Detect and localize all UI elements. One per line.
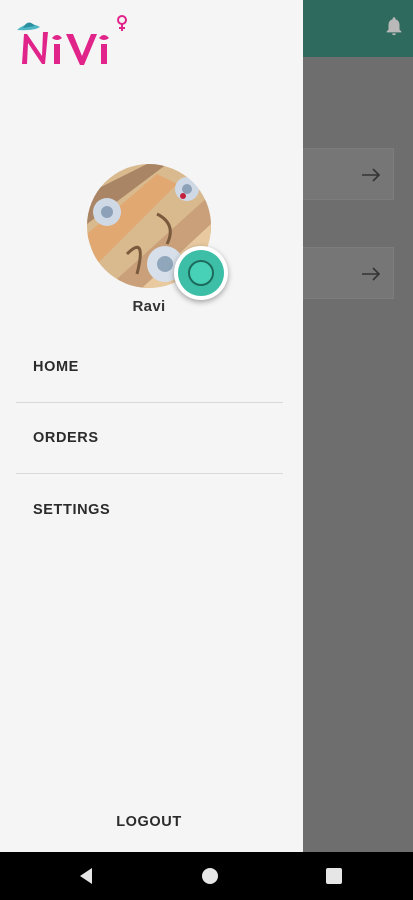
camera-icon[interactable] bbox=[174, 246, 228, 300]
bell-icon[interactable] bbox=[383, 14, 405, 38]
drawer-menu: HOME ORDERS SETTINGS bbox=[16, 332, 283, 545]
list-card[interactable] bbox=[303, 148, 394, 200]
home-circle-icon[interactable] bbox=[200, 866, 220, 886]
nivi-logo bbox=[17, 15, 127, 65]
arrow-right-icon bbox=[362, 168, 381, 182]
logout-button[interactable]: LOGOUT bbox=[0, 814, 298, 830]
profile-avatar[interactable] bbox=[87, 164, 228, 300]
user-name: Ravi bbox=[132, 298, 166, 315]
system-nav-bar bbox=[0, 852, 413, 900]
list-card[interactable] bbox=[303, 247, 394, 299]
menu-item-settings[interactable]: SETTINGS bbox=[16, 474, 283, 545]
menu-item-home[interactable]: HOME bbox=[16, 332, 283, 403]
back-triangle-icon[interactable] bbox=[76, 866, 96, 886]
navigation-drawer: Ravi HOME ORDERS SETTINGS LOGOUT bbox=[0, 0, 303, 852]
menu-item-orders[interactable]: ORDERS bbox=[16, 403, 283, 474]
arrow-right-icon bbox=[362, 267, 381, 281]
recent-square-icon[interactable] bbox=[324, 866, 344, 886]
